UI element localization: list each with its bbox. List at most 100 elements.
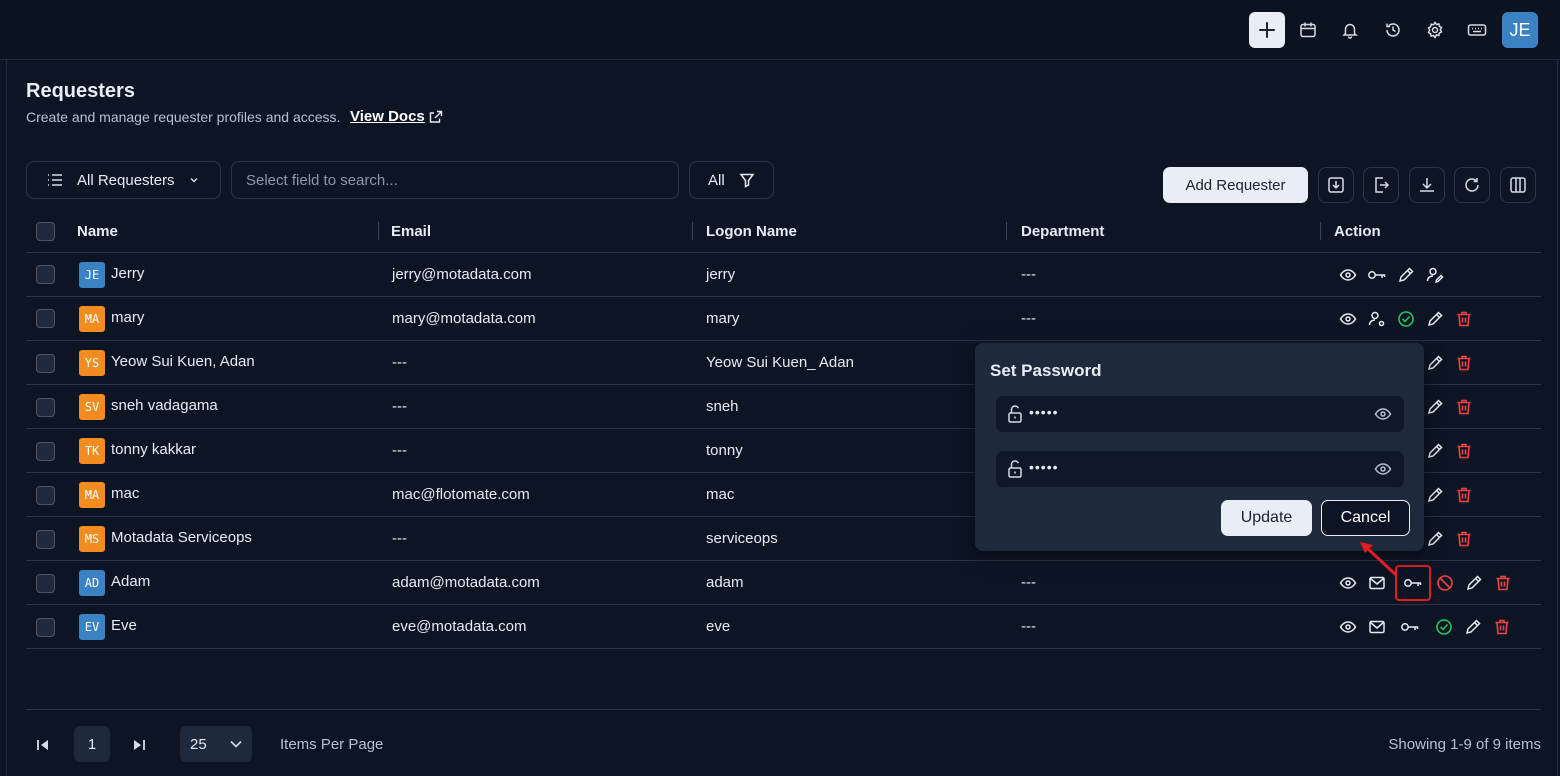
requester-department: --- [1021, 618, 1036, 635]
edit-button[interactable] [1424, 308, 1446, 330]
add-requester-button[interactable]: Add Requester [1163, 167, 1308, 203]
view-docs-link[interactable]: View Docs [350, 108, 443, 125]
top-bar: JE [0, 0, 1560, 60]
send-email-button[interactable] [1366, 616, 1388, 638]
edit-button[interactable] [1424, 440, 1446, 462]
cancel-button[interactable]: Cancel [1321, 500, 1410, 536]
view-button[interactable] [1337, 264, 1359, 286]
view-button[interactable] [1337, 616, 1359, 638]
row-checkbox[interactable] [36, 354, 55, 373]
delete-button[interactable] [1453, 352, 1475, 374]
edit-button[interactable] [1462, 616, 1484, 638]
column-department[interactable]: Department [1021, 223, 1104, 240]
edit-button[interactable] [1424, 484, 1446, 506]
activate-button[interactable] [1395, 308, 1417, 330]
settings-button[interactable] [1417, 12, 1453, 48]
first-page-button[interactable] [34, 736, 52, 754]
last-page-button[interactable] [130, 736, 148, 754]
export-button[interactable] [1363, 167, 1399, 203]
page-size-select[interactable]: 25 [180, 726, 252, 762]
download-button[interactable] [1409, 167, 1445, 203]
column-divider[interactable] [1006, 222, 1007, 240]
row-checkbox[interactable] [36, 618, 55, 637]
edit-button[interactable] [1424, 528, 1446, 550]
row-checkbox[interactable] [36, 486, 55, 505]
keyboard-shortcuts-button[interactable] [1459, 12, 1495, 48]
edit-button[interactable] [1463, 572, 1485, 594]
check-circle-icon [1398, 311, 1414, 327]
column-divider[interactable] [378, 222, 379, 240]
page-title: Requesters [26, 80, 135, 102]
requester-name[interactable]: Adam [111, 573, 150, 590]
table-row: AD Adam adam@motadata.com adam --- [26, 561, 1541, 605]
search-input[interactable]: Select field to search... [231, 161, 679, 199]
delete-button[interactable] [1453, 396, 1475, 418]
row-checkbox[interactable] [36, 442, 55, 461]
column-logon-name[interactable]: Logon Name [706, 223, 797, 240]
password-field[interactable]: ••••• [996, 396, 1404, 432]
pencil-icon [1427, 531, 1443, 547]
row-checkbox[interactable] [36, 398, 55, 417]
requester-name[interactable]: sneh vadagama [111, 397, 218, 414]
column-name[interactable]: Name [77, 223, 118, 240]
requester-name[interactable]: Eve [111, 617, 137, 634]
user-settings-button[interactable] [1366, 308, 1388, 330]
delete-button[interactable] [1453, 528, 1475, 550]
notifications-button[interactable] [1332, 12, 1368, 48]
column-divider[interactable] [692, 222, 693, 240]
update-button[interactable]: Update [1221, 500, 1312, 536]
set-password-popover: Set Password ••••• ••••• Update Cancel [975, 343, 1424, 551]
delete-button[interactable] [1453, 484, 1475, 506]
calendar-button[interactable] [1290, 12, 1326, 48]
row-actions [1337, 264, 1453, 286]
requester-department: --- [1021, 266, 1036, 283]
key-icon [1404, 579, 1422, 587]
requester-name[interactable]: mac [111, 485, 139, 502]
row-checkbox[interactable] [36, 574, 55, 593]
activate-button[interactable] [1433, 616, 1455, 638]
row-checkbox[interactable] [36, 309, 55, 328]
column-email[interactable]: Email [391, 223, 431, 240]
filter-button[interactable]: All [689, 161, 774, 199]
history-button[interactable] [1375, 12, 1411, 48]
avatar: MA [79, 306, 105, 332]
create-button[interactable] [1249, 12, 1285, 48]
user-avatar[interactable]: JE [1502, 12, 1538, 48]
page-number-button[interactable]: 1 [74, 726, 110, 762]
import-button[interactable] [1318, 167, 1354, 203]
requester-name[interactable]: Jerry [111, 265, 144, 282]
view-docs-label: View Docs [350, 108, 425, 125]
requester-name[interactable]: tonny kakkar [111, 441, 196, 458]
row-actions [1337, 616, 1520, 638]
view-button[interactable] [1337, 308, 1359, 330]
disable-button[interactable] [1434, 572, 1456, 594]
select-all-checkbox[interactable] [36, 222, 55, 241]
row-actions [1424, 528, 1482, 550]
row-checkbox[interactable] [36, 265, 55, 284]
requester-name[interactable]: Yeow Sui Kuen, Adan [111, 353, 255, 370]
delete-button[interactable] [1491, 616, 1513, 638]
columns-button[interactable] [1500, 167, 1536, 203]
pencil-icon [1427, 487, 1443, 503]
requester-filter-dropdown[interactable]: All Requesters [26, 161, 221, 199]
edit-button[interactable] [1395, 264, 1417, 286]
edit-button[interactable] [1424, 352, 1446, 374]
delete-button[interactable] [1492, 572, 1514, 594]
set-password-button[interactable] [1399, 616, 1421, 638]
pencil-icon [1466, 575, 1482, 591]
column-divider[interactable] [1320, 222, 1321, 240]
edit-button[interactable] [1424, 396, 1446, 418]
requester-logon: serviceops [706, 530, 778, 547]
delete-button[interactable] [1453, 440, 1475, 462]
requester-name[interactable]: mary [111, 309, 144, 326]
set-password-button[interactable] [1366, 264, 1388, 286]
refresh-button[interactable] [1454, 167, 1490, 203]
row-checkbox[interactable] [36, 530, 55, 549]
delete-button[interactable] [1453, 308, 1475, 330]
requester-name[interactable]: Motadata Serviceops [111, 529, 252, 546]
requester-email: --- [392, 354, 407, 371]
table-row: JE Jerry jerry@motadata.com jerry --- [26, 253, 1541, 297]
edit-user-button[interactable] [1424, 264, 1446, 286]
requester-logon: sneh [706, 398, 739, 415]
confirm-password-field[interactable]: ••••• [996, 451, 1404, 487]
